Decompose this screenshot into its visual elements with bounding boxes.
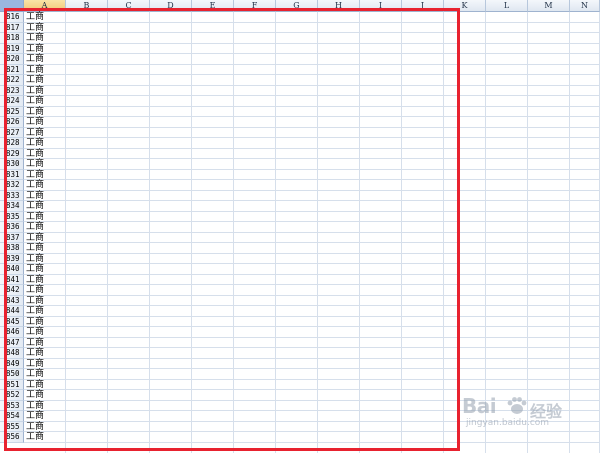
column-header-l[interactable]: L bbox=[486, 0, 528, 12]
column-header-n[interactable]: N bbox=[570, 0, 600, 12]
column-header-m[interactable]: M bbox=[528, 0, 570, 12]
baidu-jingyan-watermark: Bai 经验 jingyan.baidu.com bbox=[462, 394, 582, 434]
watermark-url: jingyan.baidu.com bbox=[466, 418, 550, 428]
red-highlight-box bbox=[4, 8, 460, 451]
spreadsheet-grid: ABCDEFGHIJKLMN 816 工商 817 工商 818 工商 819 工商 820 工商… bbox=[0, 0, 600, 453]
column-gridline bbox=[527, 12, 528, 453]
column-gridline bbox=[569, 12, 570, 453]
paw-icon bbox=[507, 397, 527, 414]
watermark-brand: Bai bbox=[462, 394, 497, 418]
column-gridline bbox=[485, 12, 486, 453]
